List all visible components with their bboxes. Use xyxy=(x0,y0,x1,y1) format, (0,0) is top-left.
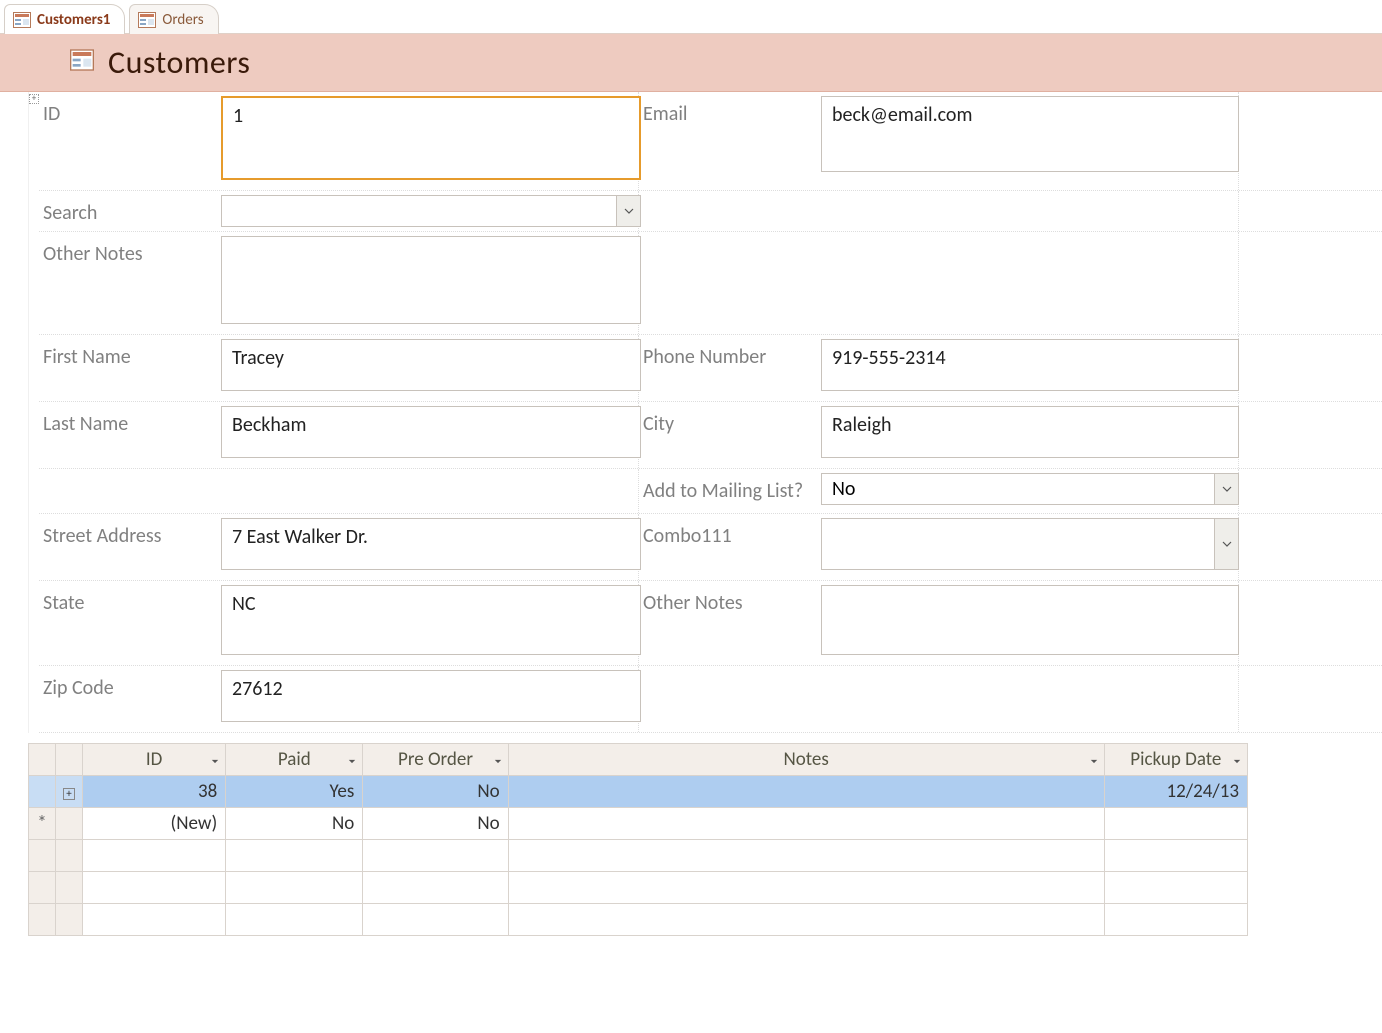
cell-notes[interactable] xyxy=(508,776,1104,808)
search-input[interactable] xyxy=(222,196,616,226)
document-tabs: Customers1 Orders xyxy=(0,0,1382,34)
combo111-combo[interactable] xyxy=(821,518,1239,570)
cell-pickup[interactable] xyxy=(1104,808,1247,840)
label-first-name: First Name xyxy=(39,335,217,369)
page-title: Customers xyxy=(108,43,250,82)
state-field[interactable] xyxy=(221,585,641,655)
label-other-notes-2: Other Notes xyxy=(639,581,817,615)
table-row-empty xyxy=(29,840,1248,872)
chevron-down-icon[interactable] xyxy=(1214,474,1238,504)
other-notes-field[interactable] xyxy=(221,236,641,324)
cell-preorder[interactable]: No xyxy=(363,808,508,840)
cell-paid[interactable]: No xyxy=(226,808,363,840)
form-icon xyxy=(13,12,31,28)
column-header-preorder[interactable]: Pre Order xyxy=(363,744,508,776)
label-mailing: Add to Mailing List? xyxy=(639,469,817,503)
expand-record-icon[interactable]: + xyxy=(29,94,39,104)
tab-orders[interactable]: Orders xyxy=(129,4,218,34)
form-icon xyxy=(138,12,156,28)
column-header-pickup[interactable]: Pickup Date xyxy=(1104,744,1247,776)
sort-dropdown-icon[interactable] xyxy=(348,748,356,771)
mailing-combo[interactable] xyxy=(821,473,1239,505)
chevron-down-icon[interactable] xyxy=(616,196,640,226)
form-icon xyxy=(70,49,94,77)
tab-customers1[interactable]: Customers1 xyxy=(4,4,125,34)
email-field[interactable] xyxy=(821,96,1239,172)
cell-pickup[interactable]: 12/24/13 xyxy=(1104,776,1247,808)
column-header-id[interactable]: ID xyxy=(82,744,225,776)
tab-label: Customers1 xyxy=(37,11,110,29)
cell-preorder[interactable]: No xyxy=(363,776,508,808)
first-name-field[interactable] xyxy=(221,339,641,391)
sort-dropdown-icon[interactable] xyxy=(494,748,502,771)
label-email: Email xyxy=(639,92,817,126)
cell-id[interactable]: 38 xyxy=(82,776,225,808)
column-header-notes[interactable]: Notes xyxy=(508,744,1104,776)
cell-paid[interactable]: Yes xyxy=(226,776,363,808)
table-row[interactable]: +38YesNo 12/24/13 xyxy=(29,776,1248,808)
id-field[interactable] xyxy=(221,96,641,180)
label-phone: Phone Number xyxy=(639,335,817,369)
last-name-field[interactable] xyxy=(221,406,641,458)
tab-label: Orders xyxy=(162,11,203,29)
sort-dropdown-icon[interactable] xyxy=(1233,748,1241,771)
search-combo[interactable] xyxy=(221,195,641,227)
city-field[interactable] xyxy=(821,406,1239,458)
select-all-corner[interactable] xyxy=(29,744,56,776)
combo111-input[interactable] xyxy=(822,519,1214,569)
orders-subdatasheet: ID Paid Pre Order xyxy=(28,743,1382,936)
expand-row[interactable]: + xyxy=(55,776,82,808)
form-header: Customers xyxy=(0,34,1382,92)
table-row-empty xyxy=(29,872,1248,904)
sort-dropdown-icon[interactable] xyxy=(211,748,219,771)
label-state: State xyxy=(39,581,217,615)
datasheet-header-row: ID Paid Pre Order xyxy=(29,744,1248,776)
cell-notes[interactable] xyxy=(508,808,1104,840)
form-body: + ID Email Search xyxy=(0,92,1382,936)
expand-column-header xyxy=(55,744,82,776)
label-combo111: Combo111 xyxy=(639,514,817,548)
column-header-paid[interactable]: Paid xyxy=(226,744,363,776)
zip-field[interactable] xyxy=(221,670,641,722)
mailing-input[interactable] xyxy=(822,474,1214,504)
label-last-name: Last Name xyxy=(39,402,217,436)
label-zip: Zip Code xyxy=(39,666,217,700)
row-selector[interactable]: * xyxy=(29,808,56,840)
label-street: Street Address xyxy=(39,514,217,548)
label-other-notes: Other Notes xyxy=(39,232,217,266)
table-row-empty xyxy=(29,904,1248,936)
row-selector[interactable] xyxy=(29,776,56,808)
phone-field[interactable] xyxy=(821,339,1239,391)
cell-id[interactable]: (New) xyxy=(82,808,225,840)
expand-row[interactable] xyxy=(55,808,82,840)
label-search: Search xyxy=(39,191,217,225)
chevron-down-icon[interactable] xyxy=(1214,519,1238,569)
label-city: City xyxy=(639,402,817,436)
table-row[interactable]: *(New)NoNo xyxy=(29,808,1248,840)
label-id: ID xyxy=(39,92,217,126)
sort-dropdown-icon[interactable] xyxy=(1090,748,1098,771)
other-notes-2-field[interactable] xyxy=(821,585,1239,655)
street-field[interactable] xyxy=(221,518,641,570)
